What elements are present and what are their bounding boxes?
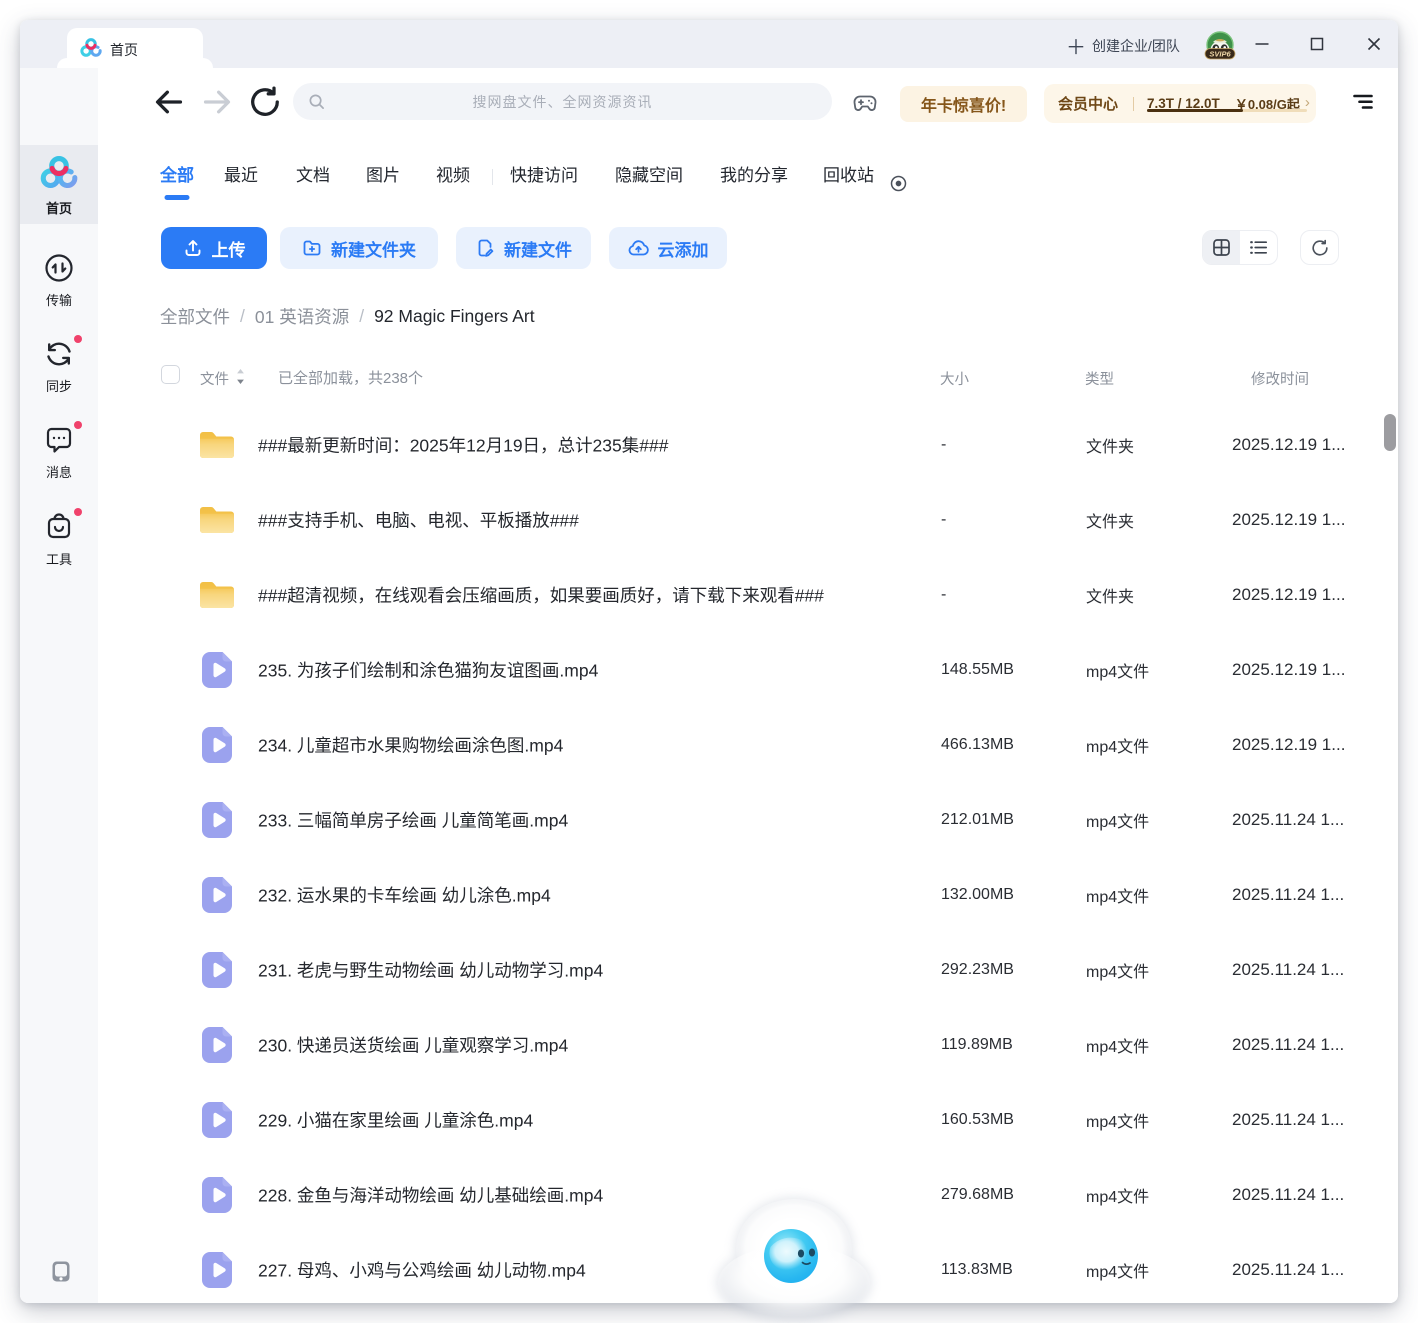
svg-text:SVIP6: SVIP6 (1209, 50, 1231, 59)
